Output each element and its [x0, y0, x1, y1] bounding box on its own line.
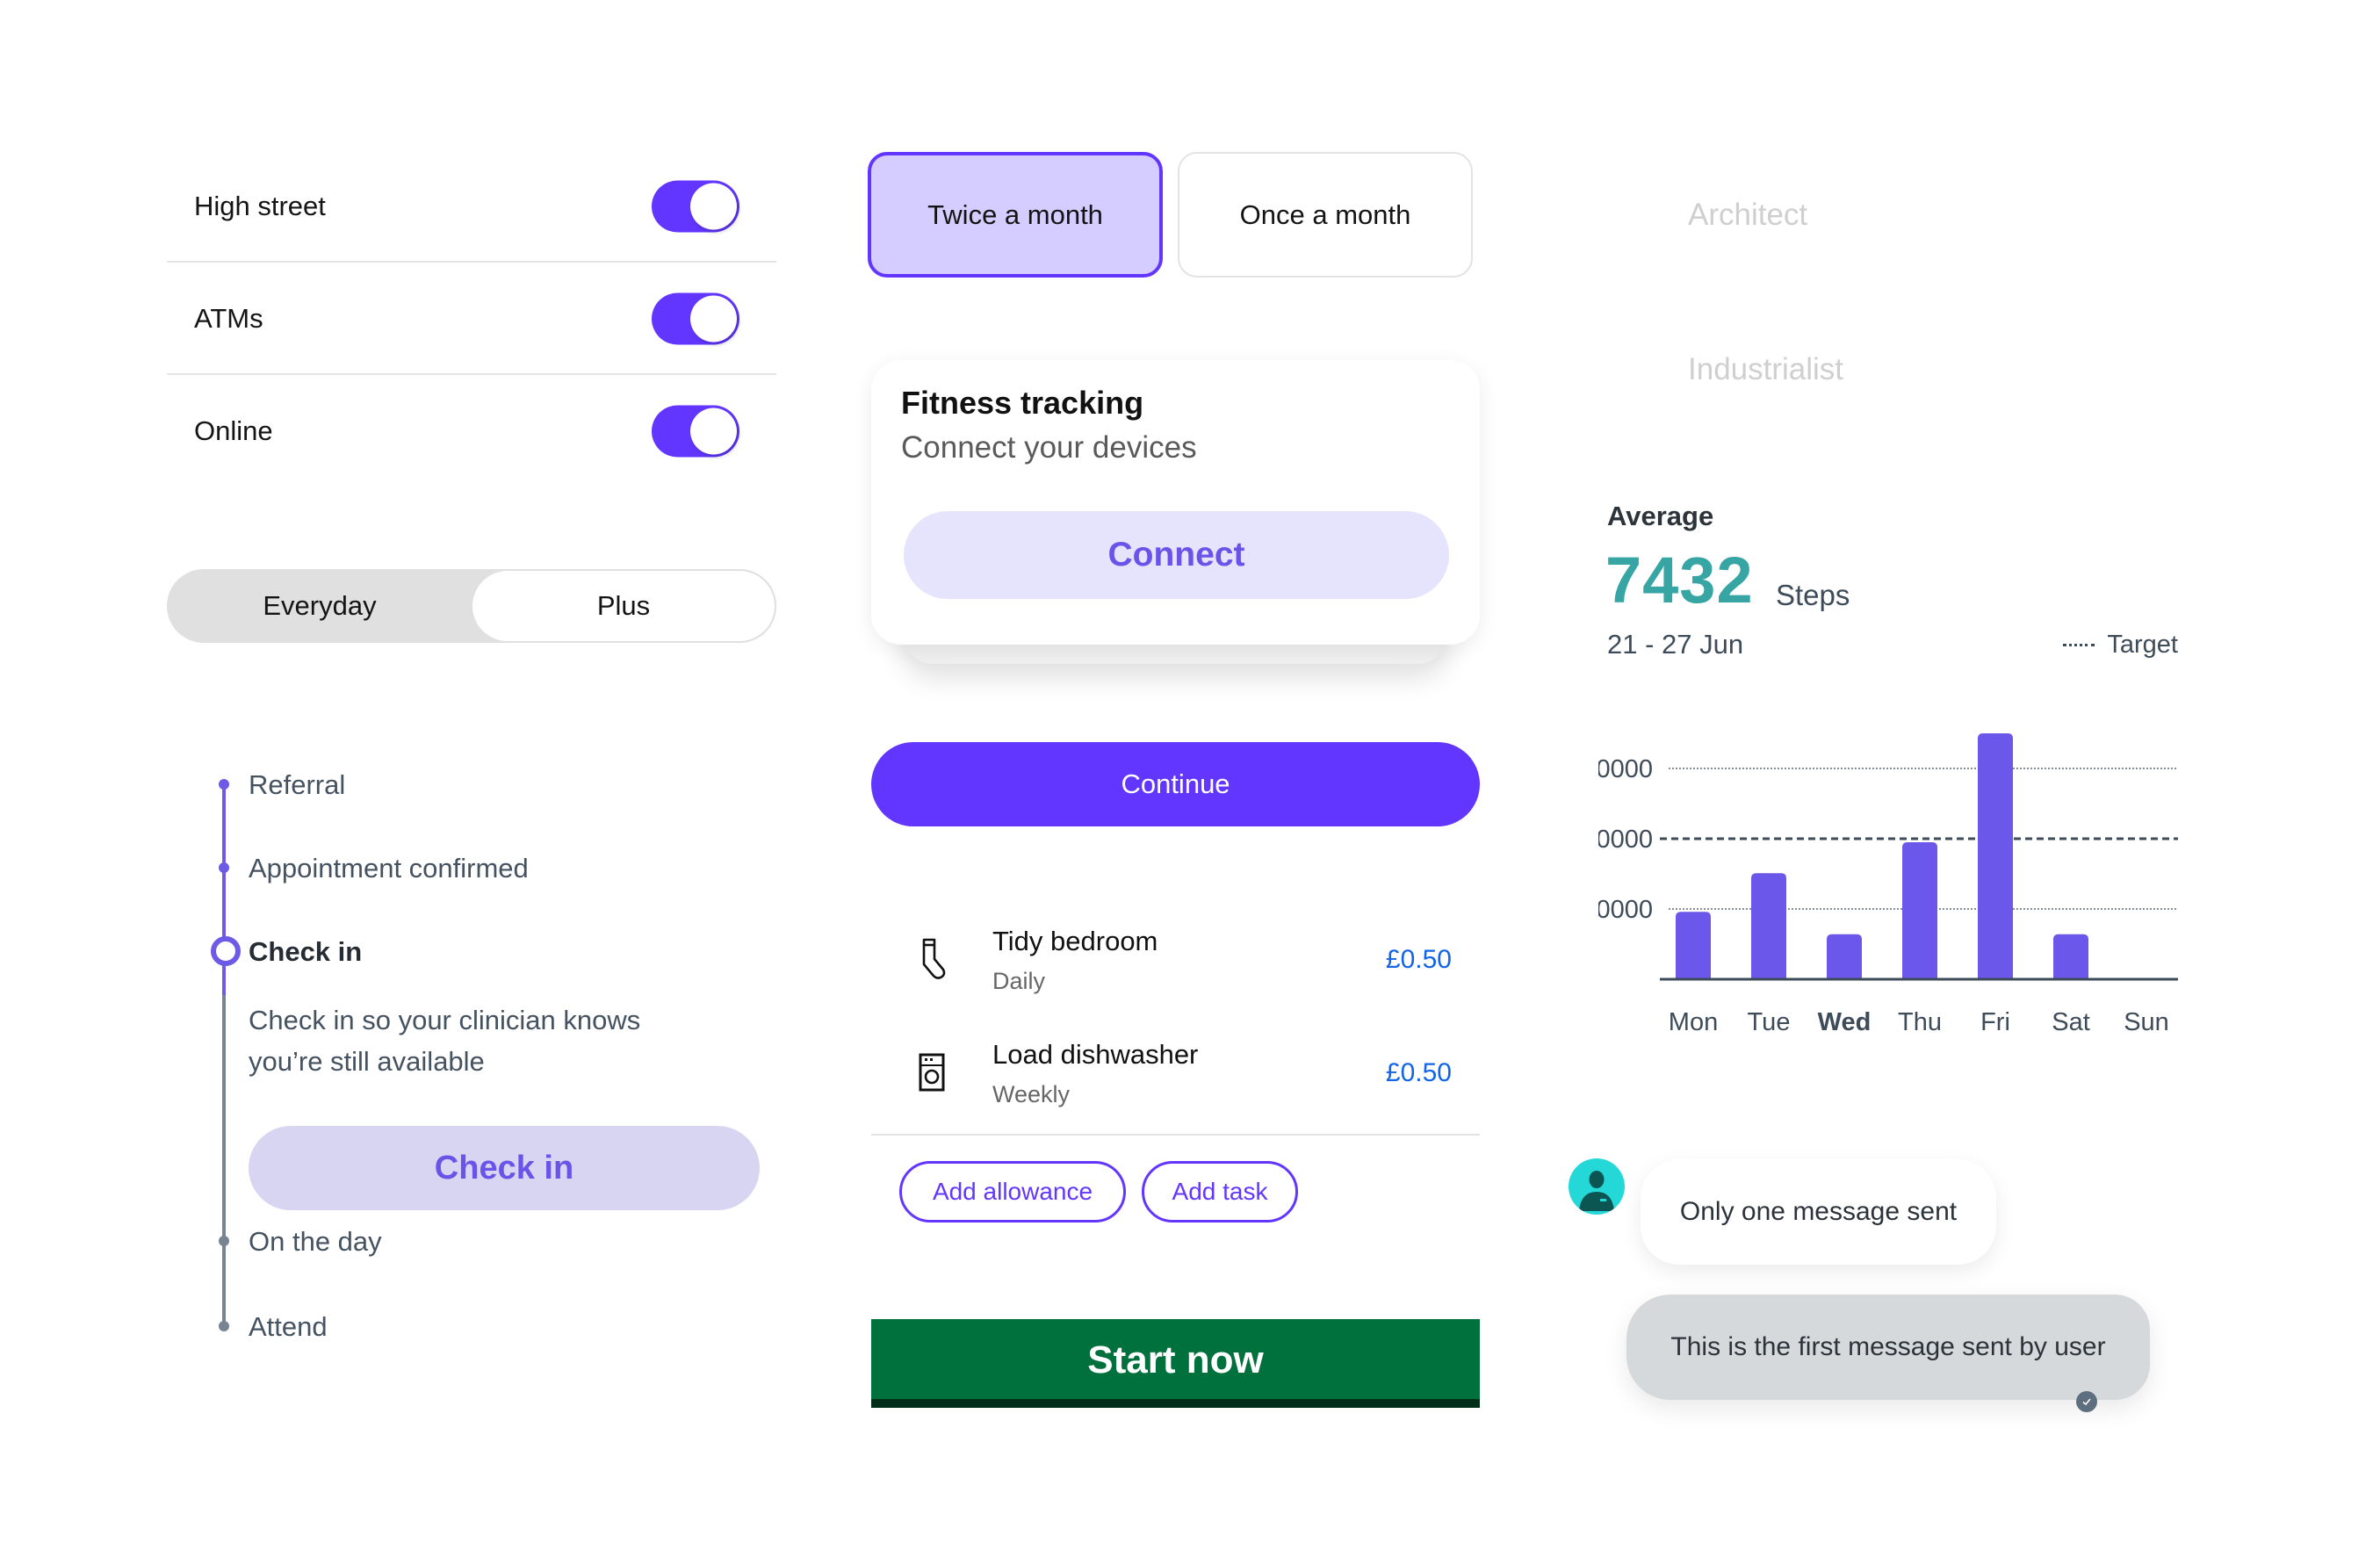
task-price: £0.50	[1385, 945, 1452, 974]
bar-thu	[1902, 842, 1937, 979]
frequency-once-a-month[interactable]: Once a month	[1178, 152, 1473, 278]
bar-fri	[1978, 733, 2013, 979]
card-subtitle: Connect your devices	[901, 430, 1197, 465]
step-dot-upcoming	[219, 1236, 229, 1246]
legend-label: Target	[2107, 631, 2178, 659]
x-tick-label: Sun	[2124, 1008, 2169, 1036]
start-now-button[interactable]: Start now	[871, 1319, 1480, 1408]
user-silhouette-icon	[1579, 1171, 1614, 1211]
step-referral: Referral	[249, 769, 346, 800]
check-in-description-line1: Check in so your clinician knows	[249, 1005, 641, 1035]
bar-mon	[1676, 912, 1711, 979]
x-tick-label: Sat	[2052, 1008, 2090, 1036]
toggle-knob	[690, 295, 737, 343]
card-title: Fitness tracking	[901, 385, 1144, 421]
segment-plus[interactable]: Plus	[471, 569, 776, 643]
task-item[interactable]: Load dishwasher Weekly £0.50	[871, 1027, 1480, 1123]
task-frequency: Weekly	[992, 1081, 1071, 1107]
toggle-row-atms: ATMs	[167, 263, 776, 375]
step-dot-upcoming	[219, 1321, 229, 1331]
step-dot-done	[219, 862, 229, 873]
toggle-label: Online	[194, 415, 273, 446]
y-tick-label: 0000	[1598, 896, 1653, 924]
online-toggle[interactable]	[652, 405, 739, 458]
check-in-description-line2: you’re still available	[249, 1046, 485, 1077]
x-tick-label: Wed	[1818, 1008, 1872, 1036]
delivered-check-icon	[2076, 1391, 2097, 1412]
connect-button[interactable]: Connect	[904, 511, 1449, 599]
toggle-label: ATMs	[194, 303, 263, 334]
continue-button[interactable]: Continue	[871, 742, 1480, 826]
task-price: £0.50	[1385, 1058, 1452, 1087]
atms-toggle[interactable]	[652, 292, 739, 345]
x-tick-label: Fri	[1980, 1008, 2010, 1036]
step-on-the-day: On the day	[249, 1226, 382, 1257]
timeline-remaining-line	[222, 995, 226, 1326]
task-item[interactable]: Tidy bedroom Daily £0.50	[871, 913, 1480, 1010]
step-dot-done	[219, 779, 229, 790]
toggle-knob	[690, 183, 737, 230]
frequency-twice-a-month[interactable]: Twice a month	[868, 152, 1163, 278]
add-allowance-button[interactable]: Add allowance	[899, 1161, 1126, 1223]
average-steps-value: 7432	[1605, 544, 1754, 617]
toggle-label: High street	[194, 191, 326, 221]
toggle-knob	[690, 408, 737, 455]
step-current-ring	[211, 936, 241, 966]
dishwasher-icon	[919, 1053, 945, 1092]
step-appointment-confirmed: Appointment confirmed	[249, 853, 529, 884]
bar-wed	[1827, 934, 1862, 979]
average-label: Average	[1607, 501, 1714, 531]
chart-legend: Target	[2063, 631, 2178, 660]
add-task-button[interactable]: Add task	[1142, 1161, 1298, 1223]
target-dash-icon	[2063, 644, 2095, 646]
date-range: 21 - 27 Jun	[1607, 629, 1744, 660]
y-tick-label: 0000	[1598, 755, 1653, 783]
fitness-tracking-card: Fitness tracking Connect your devices Co…	[871, 360, 1480, 645]
incoming-message: Only one message sent	[1641, 1159, 1996, 1265]
y-tick-label: 0000	[1598, 826, 1653, 854]
sock-icon	[922, 938, 946, 979]
bar-tue	[1751, 873, 1786, 979]
step-check-in: Check in	[249, 936, 363, 967]
x-tick-label: Thu	[1898, 1008, 1942, 1036]
faint-word-architect: Architect	[1688, 198, 1808, 232]
bar-sat	[2053, 934, 2088, 979]
toggle-row-high-street: High street	[167, 150, 776, 263]
task-frequency: Daily	[992, 968, 1046, 994]
task-name: Load dishwasher	[992, 1039, 1199, 1070]
outgoing-message: This is the first message sent by user	[1626, 1295, 2150, 1400]
steps-unit: Steps	[1776, 579, 1850, 611]
task-name: Tidy bedroom	[992, 926, 1158, 956]
plan-segmented-control: Everyday Plus	[167, 569, 776, 643]
avatar	[1569, 1158, 1625, 1215]
faint-word-industrialist: Industrialist	[1688, 352, 1844, 386]
high-street-toggle[interactable]	[652, 180, 739, 233]
divider	[871, 1134, 1480, 1136]
x-tick-label: Mon	[1669, 1008, 1718, 1036]
x-tick-label: Tue	[1748, 1008, 1791, 1036]
steps-bar-chart: 0000 0000 0000 Mon Tue Wed Thu Fri Sat Sun	[1598, 733, 2178, 1036]
check-in-button[interactable]: Check in	[249, 1126, 760, 1210]
toggle-row-online: Online	[167, 375, 776, 487]
segment-everyday[interactable]: Everyday	[167, 569, 472, 643]
step-attend: Attend	[249, 1311, 328, 1342]
